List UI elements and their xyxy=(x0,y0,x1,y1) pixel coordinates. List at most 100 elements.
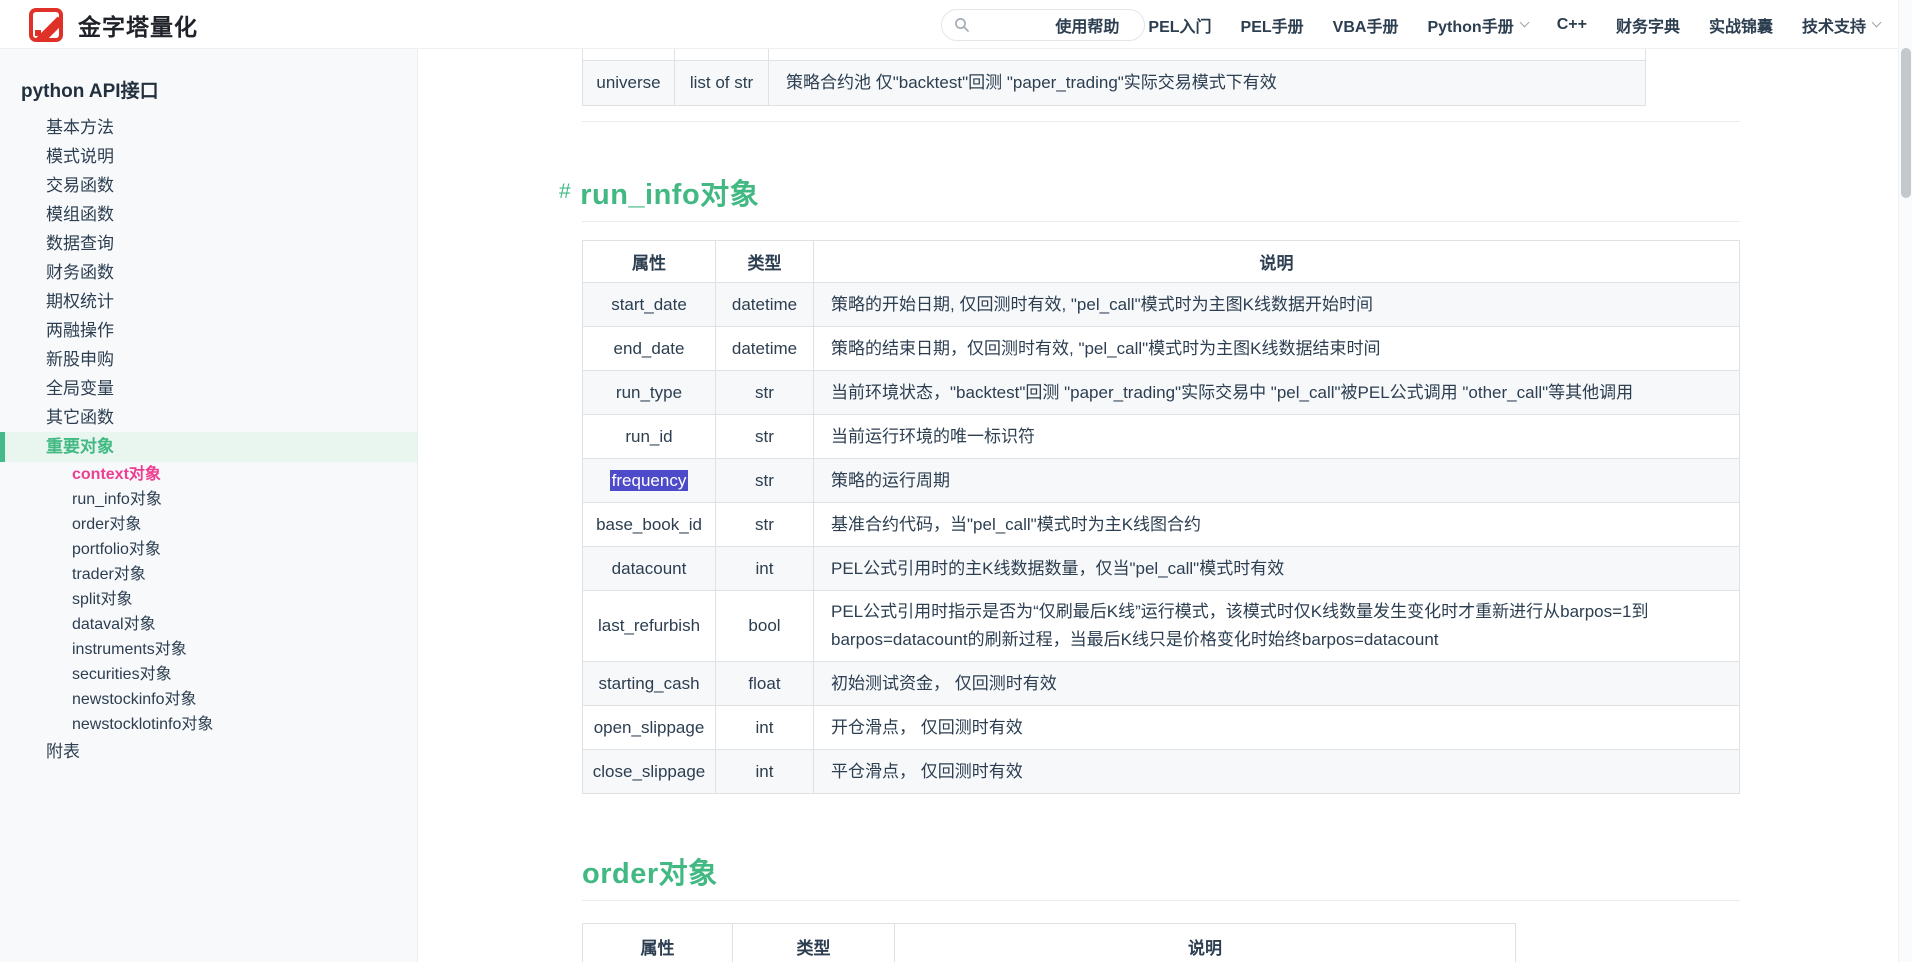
sidebar-subitem-label: split对象 xyxy=(72,591,132,608)
table-row: base_book_id str 基准合约代码，当"pel_call"模式时为主… xyxy=(583,503,1740,547)
type-cell: str xyxy=(716,503,814,547)
nav-item-label: PEL手册 xyxy=(1241,13,1304,37)
sidebar-subitem[interactable]: order对象 xyxy=(0,512,417,537)
sidebar-subitem-label: portfolio对象 xyxy=(72,541,161,558)
sidebar-item[interactable]: 财务函数 xyxy=(0,258,417,287)
sidebar-subitem[interactable]: instruments对象 xyxy=(0,637,417,662)
nav-item-label: C++ xyxy=(1557,16,1587,34)
table-row: open_slippage int 开仓滑点， 仅回测时有效 xyxy=(583,706,1740,750)
nav-item[interactable]: 财务字典 xyxy=(1616,13,1680,37)
section-divider xyxy=(582,900,1740,901)
nav-item[interactable]: 使用帮助 xyxy=(1055,13,1119,37)
desc-cell: 策略合约池 仅"backtest"回测 "paper_trading"实际交易模… xyxy=(769,60,1646,105)
sidebar-subitem-list: context对象 run_info对象 order对象 portfolio对象… xyxy=(0,462,417,737)
column-header-type: 类型 xyxy=(716,241,814,283)
attr-text: last_refurbish xyxy=(598,616,700,635)
desc-cell: PEL公式引用时的主K线数据数量，仅当"pel_call"模式时有效 xyxy=(814,547,1740,591)
sidebar-section-title[interactable]: python API接口 xyxy=(0,79,417,105)
top-navbar: 金字塔量化 使用帮助 PEL入门 PEL手册 VBA xyxy=(0,0,1912,49)
sidebar-item[interactable]: 交易函数 xyxy=(0,171,417,200)
sidebar-subitem-label: context对象 xyxy=(72,466,161,483)
nav-item[interactable]: 实战锦囊 xyxy=(1709,13,1773,37)
desc-cell: 初始测试资金， 仅回测时有效 xyxy=(814,662,1740,706)
nav-item[interactable]: PEL入门 xyxy=(1148,13,1211,37)
context-table-fragment: universe list of str 策略合约池 仅"backtest"回测… xyxy=(582,49,1646,106)
attr-text: base_book_id xyxy=(596,515,702,534)
sidebar-item-active[interactable]: 重要对象 xyxy=(0,432,417,462)
section-heading-run-info: # run_info对象 xyxy=(559,169,759,215)
sidebar-item-list: 基本方法 模式说明 交易函数 模组函数 数据查询 财务函数 期权统计 两融操作 … xyxy=(0,113,417,432)
type-cell: float xyxy=(716,662,814,706)
sidebar-subitem[interactable]: newstockinfo对象 xyxy=(0,687,417,712)
sidebar-item-appendix[interactable]: 附表 xyxy=(0,737,417,766)
attr-cell: starting_cash xyxy=(583,662,716,706)
type-cell: list of str xyxy=(675,60,769,105)
heading-text: run_info对象 xyxy=(580,171,759,213)
table-row: datacount int PEL公式引用时的主K线数据数量，仅当"pel_ca… xyxy=(583,547,1740,591)
sidebar-subitem[interactable]: portfolio对象 xyxy=(0,537,417,562)
type-cell: int xyxy=(716,750,814,794)
sidebar-subitem[interactable]: dataval对象 xyxy=(0,612,417,637)
desc-cell: 基准合约代码，当"pel_call"模式时为主K线图合约 xyxy=(814,503,1740,547)
sidebar-subitem-label: newstockinfo对象 xyxy=(72,691,197,708)
sidebar-subitem[interactable]: securities对象 xyxy=(0,662,417,687)
sidebar-subitem[interactable]: split对象 xyxy=(0,587,417,612)
attr-cell: universe xyxy=(583,60,675,105)
attr-text: frequency xyxy=(610,470,689,491)
table-row: close_slippage int 平仓滑点， 仅回测时有效 xyxy=(583,750,1740,794)
nav-item-label: PEL入门 xyxy=(1148,13,1211,37)
column-header-desc: 说明 xyxy=(814,241,1740,283)
table-header-row: 属性 类型 说明 xyxy=(583,241,1740,283)
sidebar-item[interactable]: 期权统计 xyxy=(0,287,417,316)
desc-cell: 开仓滑点， 仅回测时有效 xyxy=(814,706,1740,750)
sidebar-item[interactable]: 其它函数 xyxy=(0,403,417,432)
desc-cell: 策略的结束日期，仅回测时有效, "pel_call"模式时为主图K线数据结束时间 xyxy=(814,327,1740,371)
sidebar-subitem-label: instruments对象 xyxy=(72,641,187,658)
attr-text: run_type xyxy=(616,383,682,402)
brand-link[interactable]: 金字塔量化 xyxy=(29,0,198,49)
attr-text: open_slippage xyxy=(594,718,705,737)
nav-item[interactable]: Python手册 xyxy=(1427,13,1527,37)
attr-cell: end_date xyxy=(583,327,716,371)
table-row: last_refurbish bool PEL公式引用时指示是否为“仅刷最后K线… xyxy=(583,591,1740,662)
sidebar: python API接口 基本方法 模式说明 交易函数 模组函数 数据查询 财务… xyxy=(0,49,418,962)
nav-item-label: Python手册 xyxy=(1427,13,1513,37)
sidebar-item[interactable]: 新股申购 xyxy=(0,345,417,374)
sidebar-subitem[interactable]: trader对象 xyxy=(0,562,417,587)
desc-cell: 平仓滑点， 仅回测时有效 xyxy=(814,750,1740,794)
nav-item-label: 财务字典 xyxy=(1616,13,1680,37)
sidebar-item[interactable]: 基本方法 xyxy=(0,113,417,142)
table-row: run_type str 当前环境状态，"backtest"回测 "paper_… xyxy=(583,371,1740,415)
type-cell: str xyxy=(716,415,814,459)
nav-item[interactable]: C++ xyxy=(1557,16,1587,34)
sidebar-item[interactable]: 全局变量 xyxy=(0,374,417,403)
scrollbar-thumb[interactable] xyxy=(1901,48,1911,198)
table-row: end_date datetime 策略的结束日期，仅回测时有效, "pel_c… xyxy=(583,327,1740,371)
attr-text: datacount xyxy=(612,559,687,578)
brand-title: 金字塔量化 xyxy=(78,8,198,42)
type-cell: int xyxy=(716,706,814,750)
sidebar-subitem[interactable]: newstocklotinfo对象 xyxy=(0,712,417,737)
sidebar-item[interactable]: 模组函数 xyxy=(0,200,417,229)
nav-item[interactable]: 技术支持 xyxy=(1802,13,1880,37)
page-scrollbar[interactable] xyxy=(1898,0,1912,962)
sidebar-subitem[interactable]: run_info对象 xyxy=(0,487,417,512)
section-heading-order: order对象 xyxy=(582,853,718,889)
heading-anchor-link[interactable]: # xyxy=(559,180,571,204)
sidebar-subitem[interactable]: context对象 xyxy=(0,462,417,487)
type-cell: str xyxy=(716,459,814,503)
table-row-cut xyxy=(583,49,1646,60)
sidebar-item[interactable]: 数据查询 xyxy=(0,229,417,258)
nav-item-label: 技术支持 xyxy=(1802,13,1866,37)
chevron-down-icon xyxy=(1519,18,1529,28)
sidebar-item[interactable]: 模式说明 xyxy=(0,142,417,171)
attr-text: start_date xyxy=(611,295,687,314)
desc-cell: 当前运行环境的唯一标识符 xyxy=(814,415,1740,459)
column-header-type: 类型 xyxy=(733,924,895,962)
sidebar-subitem-label: trader对象 xyxy=(72,566,146,583)
content-area: universe list of str 策略合约池 仅"backtest"回测… xyxy=(418,49,1898,962)
sidebar-subitem-label: newstocklotinfo对象 xyxy=(72,716,213,733)
nav-item[interactable]: VBA手册 xyxy=(1333,13,1399,37)
sidebar-item[interactable]: 两融操作 xyxy=(0,316,417,345)
nav-item[interactable]: PEL手册 xyxy=(1241,13,1304,37)
